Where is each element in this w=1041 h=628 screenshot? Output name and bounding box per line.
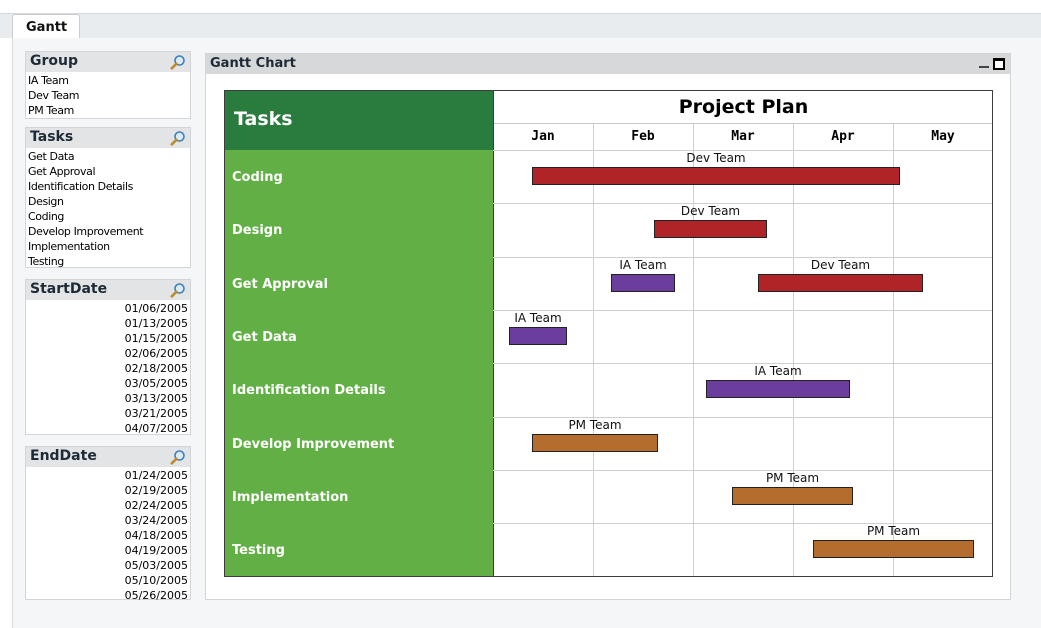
listbox-items: 01/24/2005 02/19/2005 02/24/2005 03/24/2005…: [26, 467, 190, 603]
listbox-item[interactable]: Identification Details: [26, 179, 190, 194]
grid-divider: [493, 91, 494, 576]
listbox-item[interactable]: 02/19/2005: [26, 483, 190, 498]
listbox-item[interactable]: 03/24/2005: [26, 513, 190, 528]
listbox-item[interactable]: Develop Improvement: [26, 224, 190, 239]
tab-strip: [0, 13, 1041, 38]
listbox-header: StartDate: [26, 280, 190, 300]
listbox-header: Tasks: [26, 128, 190, 148]
gantt-bar[interactable]: [532, 434, 658, 452]
listbox-group: Group IA Team Dev Team PM Team: [25, 51, 191, 119]
listbox-item[interactable]: PM Team: [26, 103, 190, 118]
listbox-item[interactable]: Dev Team: [26, 88, 190, 103]
month-header-feb: Feb: [631, 129, 655, 144]
grid-line-vertical: [593, 124, 594, 576]
listbox-item[interactable]: 02/24/2005: [26, 498, 190, 513]
listbox-item[interactable]: 01/13/2005: [26, 316, 190, 331]
task-label: Implementation: [232, 490, 349, 505]
grid-line-horizontal: [493, 310, 992, 311]
listbox-item[interactable]: 05/10/2005: [26, 573, 190, 588]
chart-caption-bar: Gantt Chart: [206, 54, 1010, 74]
task-label: Get Data: [232, 330, 297, 345]
gantt-chart: Tasks Project Plan Jan Feb Mar Apr May Coding…: [224, 90, 993, 577]
listbox-item[interactable]: 01/15/2005: [26, 331, 190, 346]
listbox-item[interactable]: IA Team: [26, 73, 190, 88]
listbox-title: StartDate: [30, 281, 108, 297]
task-label: Get Approval: [232, 277, 328, 292]
tasks-header: Tasks: [225, 91, 493, 150]
search-icon[interactable]: [170, 130, 186, 146]
gantt-bar[interactable]: [509, 327, 567, 345]
tab-gantt[interactable]: Gantt: [12, 14, 80, 39]
tasks-column: [225, 150, 493, 576]
listbox-title: Group: [30, 53, 79, 69]
listbox-items: Get Data Get Approval Identification Detai…: [26, 148, 190, 269]
listbox-enddate: EndDate 01/24/2005 02/19/2005 02/24/2005 03/…: [25, 446, 191, 603]
listbox-item[interactable]: Implementation: [26, 239, 190, 254]
listbox-item[interactable]: Testing: [26, 254, 190, 269]
minimize-icon[interactable]: [978, 58, 990, 70]
gantt-bar[interactable]: [532, 167, 900, 185]
task-label: Identification Details: [232, 383, 386, 398]
gantt-bar[interactable]: [654, 220, 767, 238]
task-label: Testing: [232, 543, 285, 558]
chart-title: Project Plan: [493, 91, 992, 124]
listbox-items: 01/06/2005 01/13/2005 01/15/2005 02/06/2005…: [26, 300, 190, 436]
gantt-bar-label: PM Team: [866, 524, 921, 538]
gantt-bar[interactable]: [706, 380, 850, 398]
gantt-bar[interactable]: [611, 274, 675, 292]
search-icon[interactable]: [170, 449, 186, 465]
gantt-bar-label: PM Team: [765, 471, 820, 485]
gantt-bar-label: Dev Team: [810, 258, 871, 272]
month-header-jan: Jan: [531, 129, 555, 144]
listbox-item[interactable]: Get Data: [26, 149, 190, 164]
maximize-icon[interactable]: [993, 58, 1005, 70]
search-icon[interactable]: [170, 54, 186, 70]
month-header-may: May: [931, 129, 955, 144]
listbox-item[interactable]: Design: [26, 194, 190, 209]
listbox-item[interactable]: 03/21/2005: [26, 406, 190, 421]
listbox-header: EndDate: [26, 447, 190, 467]
listbox-tasks: Tasks Get Data Get Approval Identification …: [25, 127, 191, 268]
grid-line-vertical: [693, 124, 694, 576]
month-header-apr: Apr: [831, 129, 855, 144]
listbox-item[interactable]: 04/07/2005: [26, 421, 190, 436]
gantt-bar-label: Dev Team: [686, 151, 746, 165]
listbox-item[interactable]: 01/24/2005: [26, 468, 190, 483]
gantt-bar-label: PM Team: [568, 418, 622, 432]
listbox-header: Group: [26, 52, 190, 72]
chart-caption-title: Gantt Chart: [210, 56, 296, 71]
gantt-bar[interactable]: [758, 274, 923, 292]
tab-bar: Gantt: [0, 0, 1041, 39]
task-label: Develop Improvement: [232, 437, 395, 452]
task-label: Coding: [232, 170, 283, 185]
gantt-bar-label: IA Team: [514, 311, 562, 325]
listbox-title: Tasks: [30, 129, 74, 145]
listbox-item[interactable]: 05/03/2005: [26, 558, 190, 573]
listbox-item[interactable]: 03/13/2005: [26, 391, 190, 406]
listbox-items: IA Team Dev Team PM Team: [26, 72, 190, 118]
listbox-item[interactable]: 05/26/2005: [26, 588, 190, 603]
listbox-item[interactable]: 01/06/2005: [26, 301, 190, 316]
listbox-item[interactable]: Get Approval: [26, 164, 190, 179]
listbox-item[interactable]: 03/05/2005: [26, 376, 190, 391]
grid-line-vertical: [793, 124, 794, 576]
gantt-bar[interactable]: [732, 487, 853, 505]
search-icon[interactable]: [170, 282, 186, 298]
listbox-item[interactable]: 04/18/2005: [26, 528, 190, 543]
grid-line-vertical: [893, 124, 894, 576]
gantt-bar-label: IA Team: [619, 258, 667, 272]
gantt-bar-label: IA Team: [754, 364, 802, 378]
tasks-header-label: Tasks: [234, 108, 293, 130]
gantt-bar-label: Dev Team: [680, 204, 741, 218]
listbox-item[interactable]: Coding: [26, 209, 190, 224]
listbox-startdate: StartDate 01/06/2005 01/13/2005 01/15/2005 0…: [25, 279, 191, 435]
gantt-bar[interactable]: [813, 540, 974, 558]
listbox-item[interactable]: 02/18/2005: [26, 361, 190, 376]
task-label: Design: [232, 223, 283, 238]
listbox-title: EndDate: [30, 448, 97, 464]
listbox-item[interactable]: 02/06/2005: [26, 346, 190, 361]
month-header-mar: Mar: [731, 129, 755, 144]
listbox-item[interactable]: 04/19/2005: [26, 543, 190, 558]
